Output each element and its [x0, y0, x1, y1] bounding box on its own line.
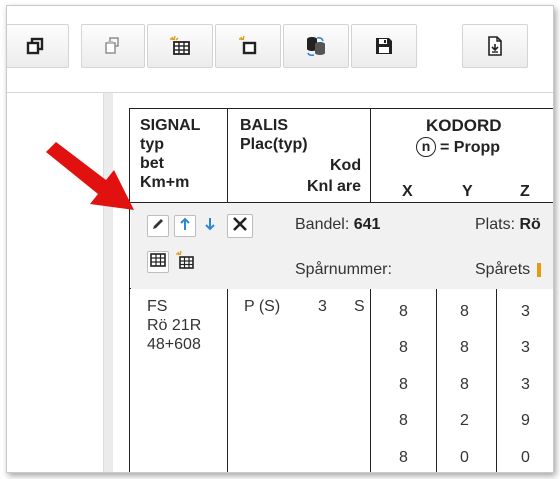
delete-button[interactable] — [227, 214, 253, 238]
document-export-icon — [486, 36, 504, 56]
kodord-x: 8 — [399, 449, 408, 466]
table-view-button[interactable] — [147, 251, 169, 273]
propp-symbol: n — [416, 137, 436, 157]
sparets-field: Spårets — [475, 261, 541, 279]
arrow-down-icon — [203, 217, 217, 236]
table-icon — [150, 252, 166, 272]
sparets-marker — [536, 262, 541, 277]
header-balis-are: are — [337, 178, 362, 195]
header-balis-plac: Plac(typ) — [240, 136, 308, 153]
plats-field: Plats: Rö — [475, 216, 541, 234]
col-divider — [496, 289, 497, 472]
kodord-y: 8 — [460, 376, 469, 393]
kodord-z: 0 — [521, 449, 530, 466]
kodord-x: 8 — [399, 339, 408, 356]
plats-value: Rö — [519, 216, 541, 233]
header-signal-bet: bet — [140, 155, 164, 172]
new-object-button[interactable] — [215, 24, 281, 68]
red-arrow-icon — [46, 142, 134, 210]
save-button[interactable] — [351, 24, 417, 68]
signal-km: 48+608 — [147, 336, 201, 353]
kodord-y: 0 — [460, 449, 469, 466]
edit-band: Bandel: 641 Plats: Rö Spårnummer: Spåret… — [131, 203, 553, 289]
header-kodord: KODORD — [426, 116, 502, 135]
new-table-button[interactable] — [147, 24, 213, 68]
col-divider — [227, 289, 228, 472]
kodord-x: 8 — [399, 412, 408, 429]
application-window: SIGNAL typ bet Km+m BALIS Plac(typ) Kod … — [6, 5, 554, 473]
square-sparkle-icon — [238, 36, 258, 56]
balis-knl: 3 — [318, 298, 327, 315]
col-divider — [370, 289, 371, 472]
col-divider — [370, 109, 371, 203]
header-col-y: Y — [462, 183, 473, 200]
kodord-z: 9 — [521, 412, 530, 429]
header-propp-label: = Propp — [440, 139, 501, 156]
header-signal-typ: typ — [140, 136, 164, 153]
kodord-x: 8 — [399, 303, 408, 320]
new-table-row-button[interactable] — [174, 250, 196, 274]
plats-label: Plats: — [475, 216, 516, 233]
header-col-z: Z — [520, 183, 530, 200]
table-sparkle-icon — [169, 36, 191, 56]
bandel-label: Bandel: — [295, 216, 350, 233]
edit-button[interactable] — [147, 215, 169, 237]
balis-are: S — [354, 298, 365, 315]
kodord-y: 8 — [460, 339, 469, 356]
col-divider — [227, 109, 228, 203]
signal-designation: Rö 21R — [147, 317, 202, 334]
paste-window-button[interactable] — [81, 24, 145, 68]
pencil-icon — [151, 217, 165, 236]
col-divider — [436, 289, 437, 472]
database-sync-button[interactable] — [283, 24, 349, 68]
header-col-x: X — [402, 183, 413, 200]
kodord-z: 3 — [521, 303, 530, 320]
export-document-button[interactable] — [462, 24, 528, 68]
kodord-x: 8 — [399, 376, 408, 393]
header-signal-km: Km+m — [140, 174, 190, 191]
header-balis: BALIS — [240, 117, 288, 134]
bandel-value: 641 — [353, 216, 381, 233]
arrow-up-icon — [178, 217, 192, 236]
propp-symbol-letter: n — [421, 138, 431, 154]
floppy-disk-icon — [375, 37, 393, 55]
signal-type: FS — [147, 298, 168, 315]
signal-table: SIGNAL typ bet Km+m BALIS Plac(typ) Kod … — [129, 108, 553, 472]
move-down-button[interactable] — [199, 215, 221, 237]
move-up-button[interactable] — [174, 215, 196, 237]
copy-window-button[interactable] — [7, 24, 69, 68]
kodord-y: 2 — [460, 412, 469, 429]
sparets-label: Spårets — [475, 261, 531, 278]
kodord-z: 3 — [521, 376, 530, 393]
header-balis-kod: Kod — [330, 157, 362, 174]
database-sync-icon — [305, 35, 327, 57]
table-sparkle-icon — [175, 250, 195, 274]
kodord-y: 8 — [460, 303, 469, 320]
window-copy-icon — [26, 37, 44, 55]
window-paste-icon — [103, 36, 123, 56]
toolbar — [7, 24, 553, 70]
kodord-z: 3 — [521, 339, 530, 356]
header-signal: SIGNAL — [140, 117, 201, 134]
bandel-field: Bandel: 641 — [295, 216, 380, 234]
header-balis-knl: Knl — [307, 178, 333, 195]
sparnummer-label: Spårnummer: — [295, 261, 392, 278]
close-icon — [232, 216, 248, 237]
balis-plac: P (S) — [244, 298, 281, 315]
